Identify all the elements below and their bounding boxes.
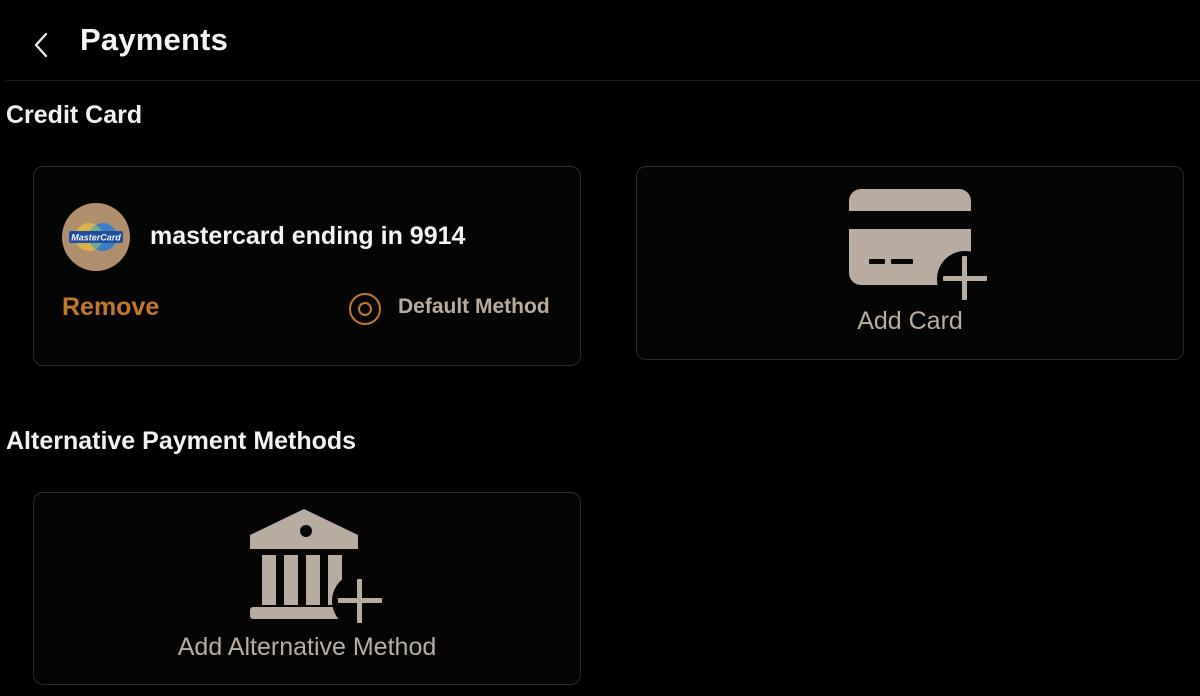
add-alternative-method-button[interactable]: Add Alternative Method (33, 492, 581, 685)
payments-page: Payments Credit Card MasterCard masterca… (0, 0, 1200, 696)
svg-text:MasterCard: MasterCard (71, 233, 121, 243)
default-method-radio[interactable] (348, 292, 382, 326)
page-title: Payments (80, 22, 229, 57)
header: Payments (0, 0, 1200, 80)
bank-add-icon (248, 509, 388, 627)
add-card-label: Add Card (857, 307, 963, 335)
header-divider (6, 80, 1200, 81)
remove-button[interactable]: Remove (62, 293, 159, 322)
add-alternative-method-label: Add Alternative Method (177, 633, 437, 661)
alternative-section-title: Alternative Payment Methods (6, 427, 357, 455)
back-button[interactable] (24, 26, 58, 64)
credit-card-section-title: Credit Card (6, 101, 143, 129)
mastercard-logo: MasterCard (62, 203, 130, 271)
default-method-label: Default Method (398, 295, 550, 318)
chevron-left-icon (34, 32, 48, 58)
add-card-button[interactable]: Add Card (636, 166, 1184, 360)
mastercard-logo-icon: MasterCard (69, 223, 123, 251)
credit-card-add-icon (847, 189, 991, 303)
card-name: mastercard ending in 9914 (150, 222, 466, 250)
saved-card: MasterCard mastercard ending in 9914 Rem… (33, 166, 581, 366)
